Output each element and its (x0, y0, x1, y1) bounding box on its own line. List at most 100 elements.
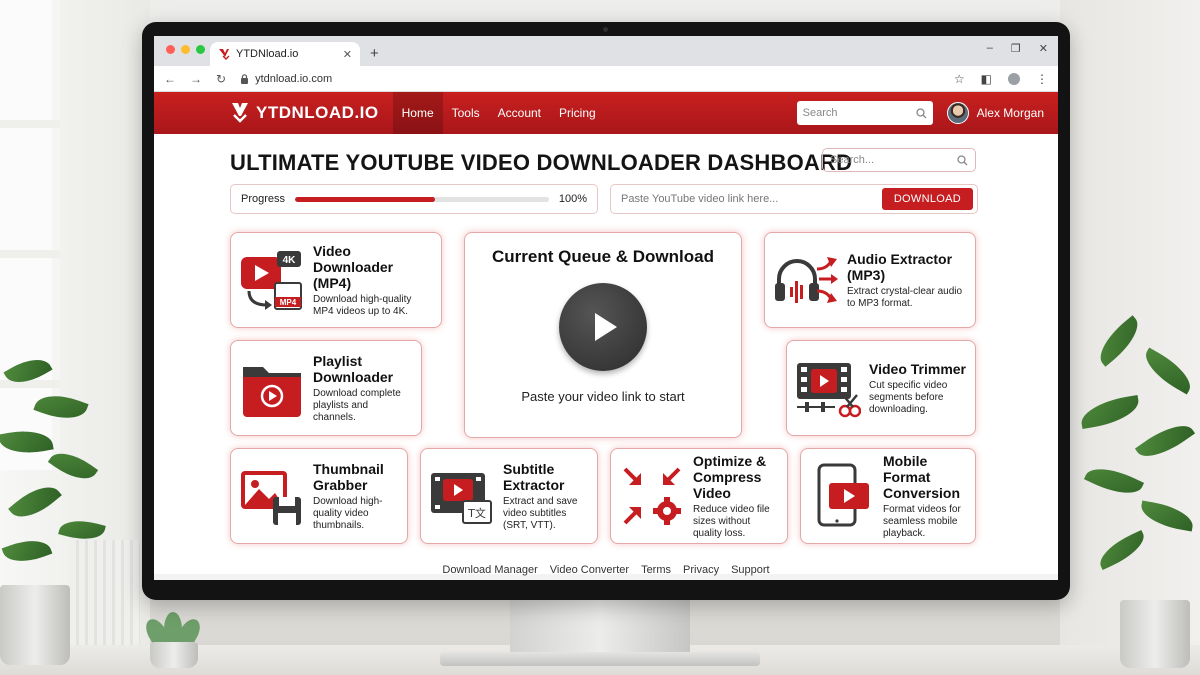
compress-gear-icon (623, 467, 681, 525)
paste-link-input[interactable] (621, 193, 882, 205)
logo-download-icon (232, 103, 248, 123)
progress-label: Progress (241, 193, 286, 205)
card-mobile-format[interactable]: Mobile Format Conversion Format videos f… (800, 448, 976, 544)
footer-link-support[interactable]: Support (731, 564, 770, 576)
card-title: Subtitle Extractor (503, 460, 565, 493)
browser-actions: ☆ ◧ ⋮ (954, 72, 1048, 86)
image-save-icon (241, 471, 301, 525)
close-button[interactable]: ✕ (1039, 42, 1048, 55)
card-title: Audio Extractor (MP3) (847, 250, 953, 283)
footer-link-terms[interactable]: Terms (641, 564, 671, 576)
video-trim-scissors-icon (797, 363, 861, 418)
page-title: ULTIMATE YOUTUBE VIDEO DOWNLOADER DASHBO… (230, 150, 853, 175)
user-name: Alex Morgan (976, 106, 1044, 120)
nav-search-input[interactable]: Search (796, 101, 933, 125)
queue-title: Current Queue & Download (492, 247, 714, 266)
site-logo[interactable]: YTDNLOAD.IO (230, 102, 379, 124)
webcam (603, 27, 608, 32)
menu-kebab-icon[interactable]: ⋮ (1036, 72, 1048, 86)
play-button[interactable] (559, 283, 647, 371)
card-optimize-compress[interactable]: Optimize & Compress Video Reduce video f… (610, 448, 788, 544)
card-title: Thumbnail Grabber (313, 460, 384, 493)
room-radiator (70, 540, 140, 650)
card-video-downloader[interactable]: 4K MP4 Video Downloader (MP4) Download h… (230, 232, 442, 328)
footer-link-privacy[interactable]: Privacy (683, 564, 719, 576)
subtitle-translate-icon: T文 (431, 473, 492, 524)
bookmark-star-icon[interactable]: ☆ (954, 72, 965, 86)
nav-links: Home Tools Account Pricing (392, 92, 605, 134)
sidepanel-icon[interactable]: ◧ (981, 72, 992, 86)
nav-link-account[interactable]: Account (489, 92, 550, 134)
tab-close-icon[interactable]: ✕ (343, 48, 352, 61)
new-tab-button[interactable]: + (370, 45, 379, 62)
minimize-dot-icon[interactable] (181, 45, 190, 54)
paste-link-panel: DOWNLOAD (610, 184, 978, 214)
mobile-video-icon (817, 463, 869, 527)
user-menu[interactable]: Alex Morgan (946, 102, 1044, 124)
site-navbar: YTDNLOAD.IO Home Tools Account Pricing S… (154, 92, 1058, 134)
logo-text: YTDNLOAD.IO (256, 103, 379, 122)
card-description: Reduce video file sizes without quality … (693, 503, 770, 539)
card-description: Cut specific video segments before downl… (869, 379, 948, 415)
forward-arrow-icon[interactable]: → (190, 72, 202, 86)
maximize-button[interactable]: ❐ (1011, 42, 1021, 55)
nav-link-home[interactable]: Home (392, 92, 443, 134)
card-title: Mobile Format Conversion (883, 452, 961, 501)
card-audio-extractor[interactable]: Audio Extractor (MP3) Extract crystal-cl… (764, 232, 976, 328)
progress-bar (295, 196, 549, 202)
dashboard-search-placeholder: Search... (830, 154, 875, 166)
card-subtitle-extractor[interactable]: T文 Subtitle Extractor Extract and save v… (420, 448, 598, 544)
search-icon (957, 154, 968, 165)
nav-link-tools[interactable]: Tools (443, 92, 489, 134)
footer-link-download-manager[interactable]: Download Manager (442, 564, 537, 576)
close-dot-icon[interactable] (166, 45, 175, 54)
window-controls: – ❐ ✕ (987, 42, 1048, 55)
minimize-button[interactable]: – (987, 42, 993, 55)
window-traffic-lights (166, 45, 205, 54)
card-description: Download high-quality MP4 videos up to 4… (313, 293, 412, 317)
folder-play-icon (243, 367, 301, 417)
tab-title: YTDNload.io (236, 48, 299, 60)
back-arrow-icon[interactable]: ← (164, 72, 176, 86)
card-video-trimmer[interactable]: Video Trimmer Cut specific video segment… (786, 340, 976, 436)
browser-tab[interactable]: YTDNload.io ✕ (210, 42, 360, 66)
browser-addressbar: ← → ↻ ytdnload.io.com ☆ ◧ ⋮ (154, 66, 1058, 92)
browser-tabbar: YTDNload.io ✕ + – ❐ ✕ (154, 36, 1058, 66)
nav-link-pricing[interactable]: Pricing (550, 92, 605, 134)
card-title: Video Downloader (MP4) (313, 242, 394, 291)
play-icon (595, 313, 617, 341)
dashboard-main: ULTIMATE YOUTUBE VIDEO DOWNLOADER DASHBO… (154, 134, 1058, 576)
download-button[interactable]: DOWNLOAD (881, 188, 973, 210)
maximize-dot-icon[interactable] (196, 45, 205, 54)
queue-hint: Paste your video link to start (521, 389, 685, 404)
favicon-icon (219, 49, 230, 60)
footer-links: Download Manager Video Converter Terms P… (154, 564, 1058, 576)
badge-4k: 4K (283, 255, 297, 266)
card-description: Download high-quality video thumbnails. (313, 495, 383, 531)
progress-bar-fill (295, 196, 435, 202)
svg-text:T文: T文 (467, 506, 486, 520)
card-description: Extract crystal-clear audio to MP3 forma… (847, 285, 963, 309)
badge-mp4: MP4 (280, 298, 297, 307)
footer-link-video-converter[interactable]: Video Converter (550, 564, 629, 576)
url-text: ytdnload.io.com (255, 72, 333, 85)
card-description: Format videos for seamless mobile playba… (883, 503, 961, 539)
card-playlist-downloader[interactable]: Playlist Downloader Download complete pl… (230, 340, 422, 436)
dashboard-search-input[interactable]: Search... (822, 148, 976, 172)
queue-panel[interactable]: Current Queue & Download Paste your vide… (464, 232, 742, 438)
card-title: Video Trimmer (869, 360, 967, 377)
card-thumbnail-grabber[interactable]: Thumbnail Grabber Download high-quality … (230, 448, 408, 544)
card-title: Playlist Downloader (313, 352, 394, 385)
headphones-audio-icon (775, 257, 838, 303)
reload-icon[interactable]: ↻ (216, 72, 226, 86)
card-title: Optimize & Compress Video (693, 452, 767, 501)
card-description: Extract and save video subtitles (SRT, V… (503, 495, 578, 531)
lock-icon (241, 73, 249, 84)
monitor-stand-base (440, 652, 760, 666)
video-downloader-icon: 4K MP4 (241, 251, 302, 310)
card-description: Download complete playlists and channels… (313, 387, 401, 423)
url-field[interactable]: ytdnload.io.com (240, 73, 940, 85)
search-icon (915, 107, 927, 118)
progress-panel: Progress 100% (230, 184, 598, 214)
profile-icon[interactable] (1008, 72, 1020, 85)
